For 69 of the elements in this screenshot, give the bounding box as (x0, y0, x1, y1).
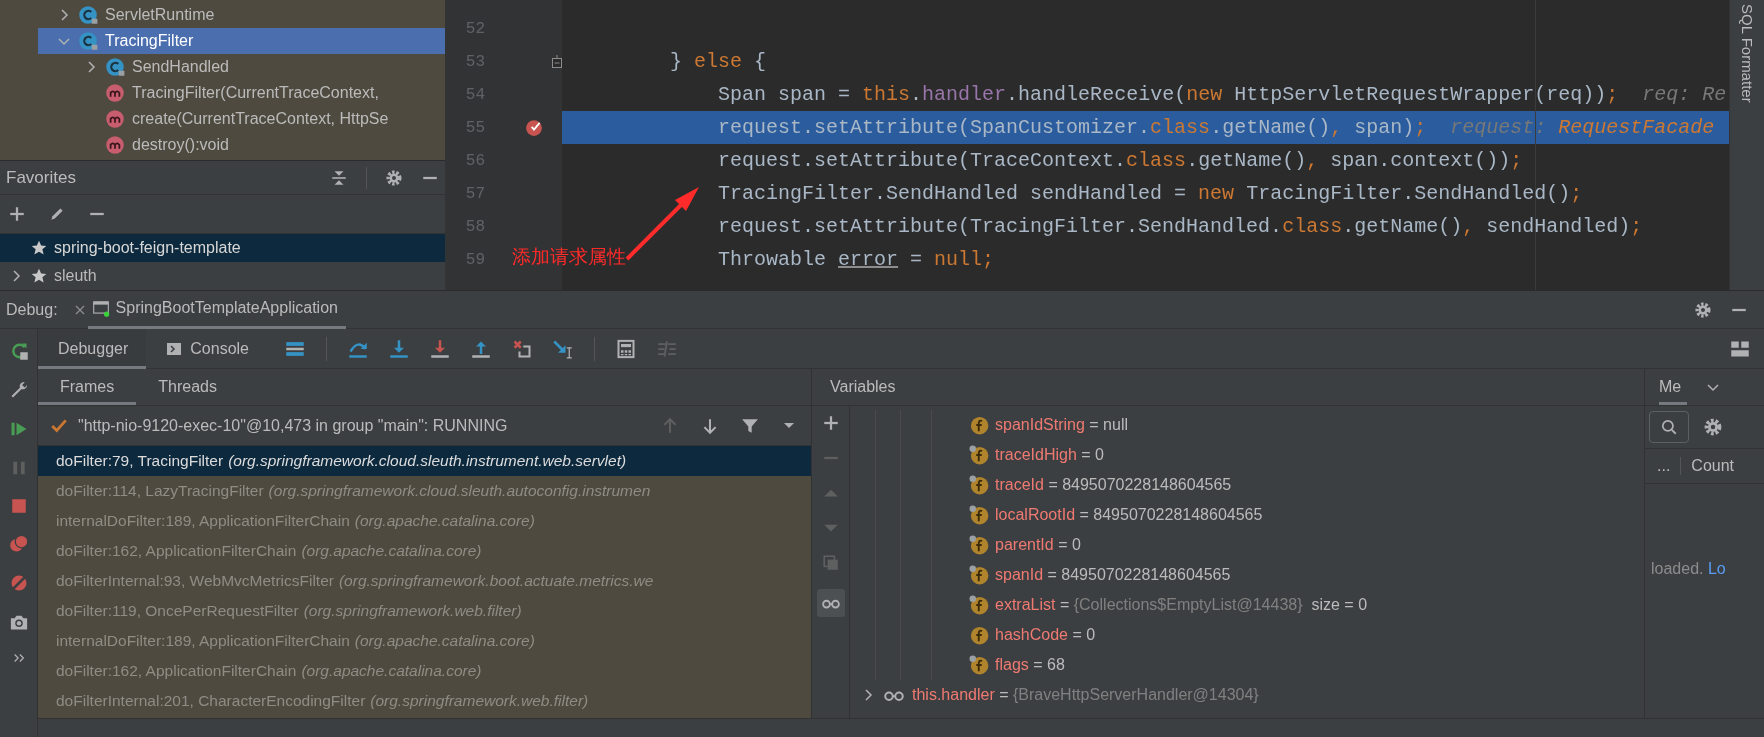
column-header[interactable]: ... (1645, 457, 1681, 475)
tree-item[interactable]: create(CurrentTraceContext, HttpSe (38, 106, 445, 132)
tree-item[interactable]: SendHandled (38, 54, 445, 80)
tab[interactable]: Me (1659, 369, 1688, 405)
down-arrow-icon[interactable] (701, 416, 719, 435)
pencil-icon[interactable] (48, 205, 66, 223)
tree-item[interactable]: ServletRuntime (38, 2, 445, 28)
add-icon[interactable] (8, 205, 26, 223)
settings-icon[interactable] (1703, 417, 1723, 437)
tree-item[interactable]: TracingFilter (38, 28, 445, 54)
tab[interactable]: Console (146, 328, 267, 369)
variable-entry[interactable]: traceId = 8495070228148604565 (995, 476, 1232, 494)
settings-icon[interactable] (1694, 300, 1712, 319)
panel-title: Variables (830, 378, 896, 396)
tree-item[interactable]: destroy():void (38, 132, 445, 158)
calculator-icon[interactable] (616, 338, 636, 359)
star-icon (30, 267, 48, 285)
column-header[interactable]: Count (1680, 457, 1745, 475)
method-icon (105, 135, 125, 155)
step-into-icon[interactable] (389, 338, 409, 359)
variable-entry[interactable]: spanIdString = null (995, 416, 1128, 434)
breakpoints-icon[interactable] (8, 534, 29, 554)
star-icon (30, 239, 48, 257)
filter-icon[interactable] (741, 416, 759, 435)
code-line: TracingFilter.SendHandled sendHandled = new TracingFilter.SendHandled(); (718, 182, 1583, 205)
load-link[interactable]: Lo (1707, 560, 1726, 577)
status-text: loaded. (1651, 560, 1704, 577)
favorites-item[interactable]: spring-boot-feign-template (0, 234, 445, 262)
stop-icon[interactable] (9, 497, 28, 515)
breakpoint-icon[interactable] (525, 118, 543, 137)
class-icon (78, 31, 98, 51)
variable-entry[interactable]: traceIdHigh = 0 (995, 446, 1104, 464)
variable-entry[interactable]: hashCode = 0 (995, 626, 1096, 644)
search-field[interactable] (1649, 411, 1689, 443)
mute-breakpoints-icon[interactable] (8, 573, 29, 593)
console-icon (166, 340, 183, 357)
watch-entry[interactable]: this.handler = {BraveHttpServerHandler@14304} (912, 686, 1259, 704)
fold-icon[interactable] (549, 53, 565, 70)
tree-item[interactable]: TracingFilter(CurrentTraceContext, (38, 80, 445, 106)
variable-entry[interactable]: flags = 68 (995, 656, 1065, 674)
method-icon (105, 109, 125, 129)
code-line: Span span = this.handler.handleReceive(new HttpServletRequestWrapper(req)); req: Re (718, 83, 1727, 106)
thread-selector[interactable]: "http-nio-9120-exec-10"@10,473 in group "main": RUNNING (78, 416, 651, 435)
class-icon (105, 57, 125, 77)
tab[interactable]: Threads (136, 369, 239, 405)
method-icon (105, 83, 125, 103)
code-line: request.setAttribute(TracingFilter.SendHandled.class.getName(), sendHandled); (718, 215, 1643, 238)
variable-entry[interactable]: spanId = 8495070228148604565 (995, 566, 1231, 584)
favorites-item[interactable]: sleuth (0, 262, 445, 290)
code-line: Throwable error = null; (718, 248, 995, 271)
variable-entry[interactable]: extraList = {Collections$EmptyList@14438} size = 0 (995, 596, 1368, 614)
application-icon (91, 299, 110, 317)
add-icon[interactable] (821, 414, 840, 432)
stack-frame[interactable]: doFilter:79, TracingFilter (org.springframework.cloud.sleuth.instrument.web.servlet) (38, 446, 811, 476)
drop-frame-icon[interactable] (512, 338, 532, 359)
code-line: } else { (670, 50, 767, 73)
collapse-icon[interactable] (330, 168, 348, 187)
panel-title: Favorites (6, 167, 77, 188)
panel-title: Debug: (6, 300, 58, 319)
code-line: request.setAttribute(TraceContext.class.getName(), span.context()); (718, 149, 1523, 172)
annotation-text: 添加请求属性 (512, 244, 626, 269)
search-icon (1660, 418, 1678, 436)
variable-entry[interactable]: parentId = 0 (995, 536, 1081, 554)
settings-icon[interactable] (385, 168, 403, 187)
variable-entry[interactable]: localRootId = 8495070228148604565 (995, 506, 1263, 524)
force-step-into-icon[interactable] (430, 338, 450, 359)
run-to-cursor-icon[interactable] (553, 338, 573, 359)
tab[interactable]: Frames (38, 369, 137, 405)
class-icon (78, 5, 98, 25)
